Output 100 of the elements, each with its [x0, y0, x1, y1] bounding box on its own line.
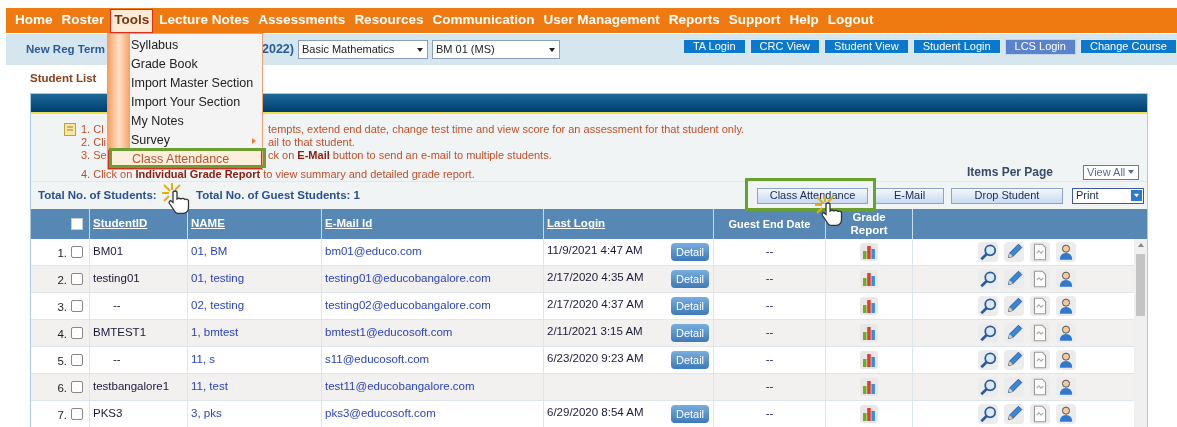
course-bar-button[interactable]: Student Login — [912, 38, 1001, 54]
column-header[interactable]: NAME — [191, 215, 225, 233]
nav-link[interactable]: Tools — [110, 8, 154, 33]
scrollbar[interactable] — [1134, 239, 1147, 427]
pencil-icon[interactable] — [1003, 377, 1024, 397]
row-number: 7. — [57, 408, 67, 424]
pencil-icon[interactable] — [1003, 296, 1024, 316]
row-checkbox[interactable] — [71, 273, 83, 285]
document-icon[interactable] — [1029, 350, 1050, 370]
course-bar-button[interactable]: TA Login — [682, 38, 746, 54]
search-icon[interactable] — [977, 296, 998, 316]
bar-chart-icon[interactable] — [860, 405, 878, 423]
person-icon[interactable] — [1055, 296, 1076, 316]
detail-button[interactable]: Detail — [671, 243, 709, 261]
row-number: 4. — [57, 327, 67, 343]
person-icon[interactable] — [1055, 350, 1076, 370]
pencil-icon[interactable] — [1003, 323, 1024, 343]
search-icon[interactable] — [977, 269, 998, 289]
menu-item[interactable]: Grade Book — [130, 55, 262, 74]
pencil-icon[interactable] — [1003, 350, 1024, 370]
menu-item[interactable]: Syllabus — [130, 36, 262, 55]
row-checkbox[interactable] — [71, 327, 83, 339]
select-all-checkbox[interactable] — [71, 218, 83, 230]
section-select[interactable]: BM 01 (MS) — [432, 40, 560, 59]
name-link[interactable]: 01, testing — [191, 270, 245, 288]
name-link[interactable]: 01, BM — [191, 243, 228, 261]
person-icon[interactable] — [1055, 404, 1076, 424]
document-icon[interactable] — [1029, 269, 1050, 289]
document-icon[interactable] — [1029, 323, 1050, 343]
row-checkbox[interactable] — [71, 354, 83, 366]
document-icon[interactable] — [1029, 242, 1050, 262]
detail-button[interactable]: Detail — [671, 405, 709, 423]
menu-item[interactable]: Import Your Section — [130, 93, 262, 112]
scrollbar-thumb[interactable] — [1136, 254, 1145, 316]
pencil-icon[interactable] — [1003, 269, 1024, 289]
person-icon[interactable] — [1055, 269, 1076, 289]
name-link[interactable]: 3, pks — [191, 405, 222, 423]
search-icon[interactable] — [977, 350, 998, 370]
guest-end-date-cell-text: -- — [765, 352, 774, 368]
bar-chart-icon[interactable] — [860, 351, 878, 369]
email-link[interactable]: testing01@educobangalore.com — [325, 270, 491, 288]
column-header[interactable]: StudentID — [93, 215, 148, 233]
name-link[interactable]: 11, s — [191, 351, 216, 369]
email-link[interactable]: bmtest1@educosoft.com — [325, 324, 453, 342]
search-icon[interactable] — [977, 242, 998, 262]
caret-icon — [1127, 168, 1135, 176]
document-icon[interactable] — [1029, 296, 1050, 316]
detail-button[interactable]: Detail — [671, 297, 709, 315]
last-login-cell-text: 2/17/2020 4:37 AM — [547, 297, 644, 312]
email-link[interactable]: testing02@educobangalore.com — [325, 297, 491, 315]
course-bar-button[interactable]: Change Course — [1079, 38, 1177, 54]
name-link[interactable]: 11, test — [191, 378, 228, 396]
person-icon[interactable] — [1055, 377, 1076, 397]
person-icon[interactable] — [1055, 323, 1076, 343]
course-bar-button[interactable]: LCS Login — [1004, 38, 1076, 55]
pencil-icon[interactable] — [1003, 242, 1024, 262]
email-link[interactable]: pks3@educosoft.com — [325, 405, 436, 423]
action-button[interactable]: Class Attendance — [757, 187, 868, 204]
pencil-icon[interactable] — [1003, 404, 1024, 424]
document-icon[interactable] — [1029, 377, 1050, 397]
detail-button[interactable]: Detail — [671, 270, 709, 288]
bar-chart-icon[interactable] — [860, 243, 878, 261]
bar-chart-icon[interactable] — [860, 324, 878, 342]
menu-item[interactable]: My Notes — [130, 112, 262, 131]
column-header[interactable]: E-Mail Id — [325, 215, 373, 233]
student-id-cell-text: -- — [112, 298, 121, 314]
email-link[interactable]: test11@educobangalore.com — [325, 378, 475, 396]
row-number: 3. — [57, 300, 67, 316]
course-select[interactable]: Basic Mathematics — [298, 40, 428, 59]
bar-chart-icon[interactable] — [860, 270, 878, 288]
course-bar-button[interactable]: CRC View — [749, 38, 821, 54]
print-select[interactable]: Print — [1072, 187, 1144, 204]
search-icon[interactable] — [977, 323, 998, 343]
name-link[interactable]: 02, testing — [191, 297, 245, 315]
action-button[interactable]: Drop Student — [951, 187, 1063, 204]
column-header: Grade Report — [849, 211, 889, 237]
name-link[interactable]: 1, bmtest — [191, 324, 239, 342]
bar-chart-icon[interactable] — [860, 378, 878, 396]
items-per-page-select[interactable]: View All — [1083, 164, 1139, 180]
last-login-cell-text: 6/23/2020 9:23 AM — [547, 351, 644, 366]
student-id-cell-text: -- — [112, 352, 121, 368]
guest-end-date-cell-text: -- — [765, 406, 774, 422]
row-checkbox[interactable] — [71, 246, 83, 258]
email-link[interactable]: s11@educosoft.com — [325, 351, 430, 369]
action-button[interactable]: E-Mail — [875, 187, 944, 204]
course-bar-button[interactable]: Student View — [824, 38, 909, 54]
search-icon[interactable] — [977, 404, 998, 424]
email-link[interactable]: bm01@educo.com — [325, 243, 422, 261]
row-checkbox[interactable] — [71, 381, 83, 393]
document-icon[interactable] — [1029, 404, 1050, 424]
detail-button[interactable]: Detail — [671, 351, 709, 369]
row-checkbox[interactable] — [71, 300, 83, 312]
column-header[interactable]: Last Login — [547, 215, 606, 233]
person-icon[interactable] — [1055, 242, 1076, 262]
menu-item[interactable]: Survey — [130, 131, 262, 150]
bar-chart-icon[interactable] — [860, 297, 878, 315]
menu-item[interactable]: Import Master Section — [130, 74, 262, 93]
detail-button[interactable]: Detail — [671, 324, 709, 342]
row-checkbox[interactable] — [71, 408, 83, 420]
search-icon[interactable] — [977, 377, 998, 397]
